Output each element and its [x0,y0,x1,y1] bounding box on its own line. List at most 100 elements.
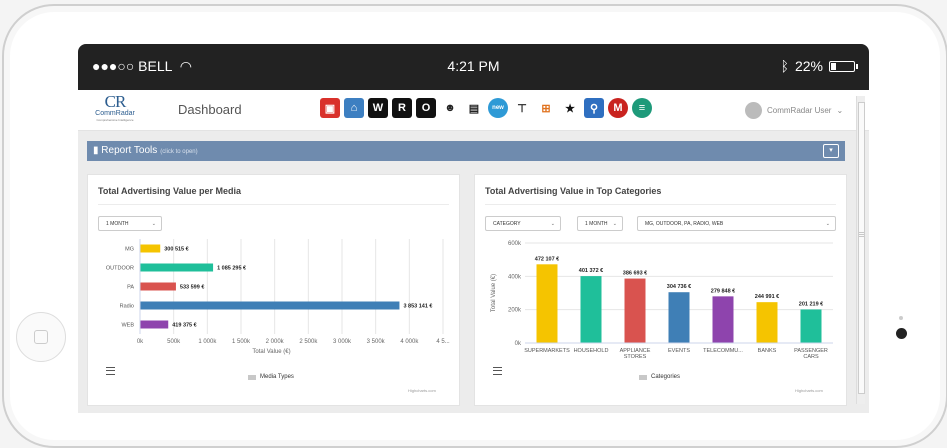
logo-mark: CR [104,92,127,111]
home-button[interactable] [16,312,66,362]
bar [140,320,169,329]
data-label: 533 599 € [180,285,204,291]
data-label: 419 375 € [172,323,196,329]
bluetooth-icon: ᛒ [780,58,789,74]
avatar [745,102,762,119]
x-tick-label: 4 000k [400,339,419,345]
report-icon[interactable]: ≡ [632,98,652,118]
report-tools-title: Report Tools [101,145,158,156]
bar [624,278,646,343]
r-icon[interactable]: R [392,98,412,118]
bar [668,292,690,343]
period-select[interactable]: 1 MONTH ⌄ [98,216,162,231]
data-label: 472 107 € [535,256,559,262]
x-axis-title: Total Value (€) [252,349,290,355]
x-category-label: SUPERMARKETS [524,348,570,354]
app-header: CR CommRadar Comprehensive Intelligence … [78,90,869,131]
panel-title: Total Advertising Value in Top Categorie… [485,186,662,196]
x-category-label: BANKS [758,348,777,354]
chart-menu-icon[interactable] [106,367,115,375]
bar [756,302,778,343]
category-select-value: CATEGORY [493,221,521,227]
x-tick-label: 2 500k [299,339,318,345]
report-tools-toggle[interactable]: ▾ [823,144,839,158]
chart-menu-icon[interactable] [493,367,502,375]
bar [140,282,176,291]
status-bar: ●●●○○ BELL ◠ 4:21 PM ᛒ 22% [78,44,869,90]
x-tick-label: 3 500k [367,339,386,345]
legend-label: Categories [651,374,681,380]
x-tick-label: 1 000k [198,339,217,345]
bar [712,296,734,343]
x-category-label: APPLIANCE STORES [620,348,651,360]
y-tick-label: 400k [508,274,522,280]
report-tools-label: ▮ Report Tools (click to open) [93,145,198,156]
period-select[interactable]: 1 MONTH ⌄ [577,216,623,231]
w-icon[interactable]: W [368,98,388,118]
x-tick-label: 0k [137,339,144,345]
report-tools-hint: (click to open) [160,149,198,155]
save-icon[interactable]: ▣ [320,98,340,118]
home-icon[interactable]: ⌂ [344,98,364,118]
y-category-label: WEB [121,323,134,329]
caret-down-icon: ⌄ [151,221,156,227]
people-icon[interactable]: ☻ [440,98,460,118]
y-category-label: OUTDOOR [106,266,134,272]
top-star-icon[interactable]: ★ [560,98,580,118]
o-icon[interactable]: O [416,98,436,118]
media-select[interactable]: MG, OUTDOOR, PA, RADIO, WEB ⌄ [637,216,836,231]
media-chart: 0k 500k 1 000k 1 500k 2 000k 2 500k 3 000k 3 50… [106,239,450,355]
panel-categories: Total Advertising Value in Top Categorie… [474,174,847,406]
camera-icon [896,328,907,339]
commradar-logo[interactable]: CR CommRadar Comprehensive Intelligence [88,93,142,125]
bar [140,301,400,310]
x-tick-label: 3 000k [333,339,352,345]
legend-swatch [248,374,256,380]
m-icon[interactable]: M [608,98,628,118]
data-label: 201 219 € [799,301,823,307]
search-icon[interactable]: ⚲ [584,98,604,118]
report-tools-bar[interactable]: ▮ Report Tools (click to open) ▾ [87,141,845,161]
divider [98,204,449,205]
panel-title: Total Advertising Value per Media [98,186,242,196]
panel-media: Total Advertising Value per Media 1 MONT… [87,174,460,406]
logo-name: CommRadar [95,110,135,117]
data-label: 401 372 € [579,268,603,274]
x-tick-label: 4 5... [436,339,450,345]
status-right: ᛒ 22% [780,58,858,74]
legend-label: Media Types [260,374,294,380]
x-category-label: HOUSEHOLD [574,348,609,354]
new-icon[interactable]: new [488,98,508,118]
y-category-label: PA [127,285,134,291]
caret-down-icon: ⌄ [825,221,830,227]
chart-legend[interactable]: Media Types [248,374,294,380]
period-select-value: 1 MONTH [585,221,608,227]
outdoor-icon[interactable]: ⊤ [512,98,532,118]
data-label: 304 736 € [667,284,691,290]
y-axis-title: Total Value (€) [491,274,497,312]
battery-fill [831,62,836,70]
hierarchy-icon[interactable]: ⊞ [536,98,556,118]
x-tick-label: 2 000k [266,339,285,345]
data-label: 279 848 € [711,288,735,294]
user-menu[interactable]: CommRadar User ⌄ [745,102,843,119]
data-label: 386 693 € [623,271,647,277]
legend-swatch [639,374,647,380]
category-select[interactable]: CATEGORY ⌄ [485,216,561,231]
bar [140,263,214,272]
scrollbar[interactable]: — — — [856,96,865,404]
data-label: 244 991 € [755,294,779,300]
bar [580,276,602,343]
document-icon[interactable]: ▤ [464,98,484,118]
y-category-label: Radio [120,304,134,310]
period-select-value: 1 MONTH [106,221,129,227]
chart-legend[interactable]: Categories [639,374,680,380]
x-tick-label: 1 500k [232,339,251,345]
status-time: 4:21 PM [447,58,500,74]
scrollbar-thumb[interactable] [858,102,865,394]
caret-down-icon: ⌄ [550,221,555,227]
data-label: 3 853 141 € [403,304,432,310]
chart-credit: Highcharts.com [408,388,436,393]
bar [140,244,161,253]
y-tick-label: 0k [515,341,522,347]
